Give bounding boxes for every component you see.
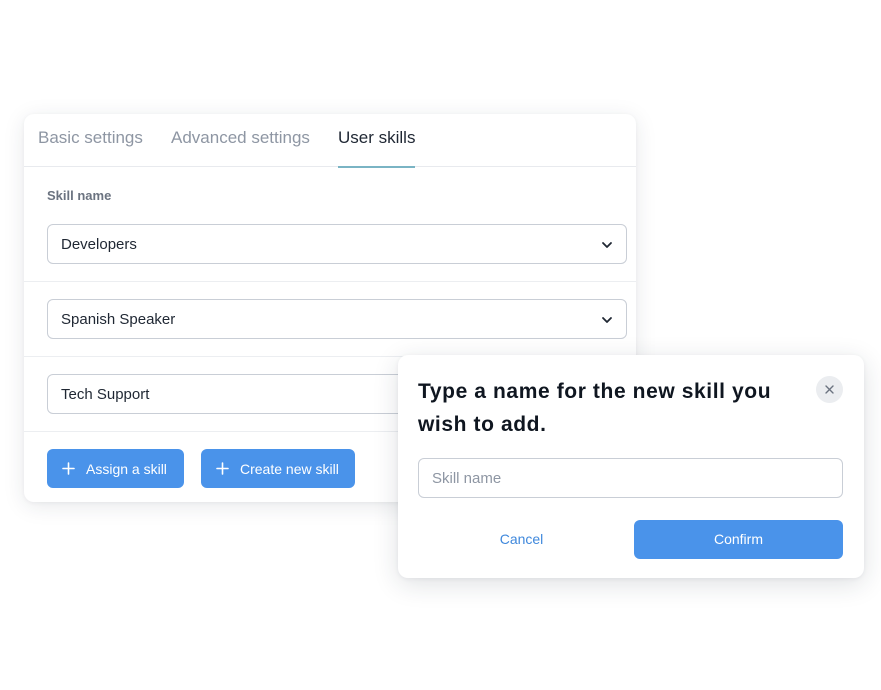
skill-select-value: Developers: [61, 236, 137, 253]
cancel-button[interactable]: Cancel: [418, 520, 625, 559]
assign-skill-label: Assign a skill: [86, 461, 167, 477]
create-new-skill-label: Create new skill: [240, 461, 339, 477]
plus-icon: [62, 462, 75, 475]
chevron-down-icon: [602, 317, 612, 323]
page: Basic settings Advanced settings User sk…: [0, 0, 881, 690]
skill-name-label: Skill name: [47, 188, 112, 203]
create-new-skill-button[interactable]: Create new skill: [201, 449, 355, 488]
plus-icon: [216, 462, 229, 475]
row-divider: [24, 281, 636, 282]
skill-select-value: Tech Support: [61, 386, 150, 403]
assign-skill-button[interactable]: Assign a skill: [47, 449, 184, 488]
chevron-down-icon: [602, 242, 612, 248]
tab-user-skills[interactable]: User skills: [338, 128, 416, 168]
tab-advanced-settings[interactable]: Advanced settings: [171, 128, 310, 167]
tab-bar: Basic settings Advanced settings User sk…: [24, 114, 636, 168]
skill-select-value: Spanish Speaker: [61, 311, 176, 328]
tab-basic-settings[interactable]: Basic settings: [38, 128, 143, 167]
new-skill-dialog: Type a name for the new skill you wish t…: [398, 355, 864, 578]
confirm-button[interactable]: Confirm: [634, 520, 843, 559]
skill-name-input[interactable]: [418, 458, 843, 498]
dialog-close-button[interactable]: [816, 376, 843, 403]
skill-select-developers[interactable]: Developers: [47, 224, 627, 264]
close-icon: [825, 385, 834, 394]
dialog-title: Type a name for the new skill you wish t…: [418, 380, 772, 436]
skill-select-spanish-speaker[interactable]: Spanish Speaker: [47, 299, 627, 339]
